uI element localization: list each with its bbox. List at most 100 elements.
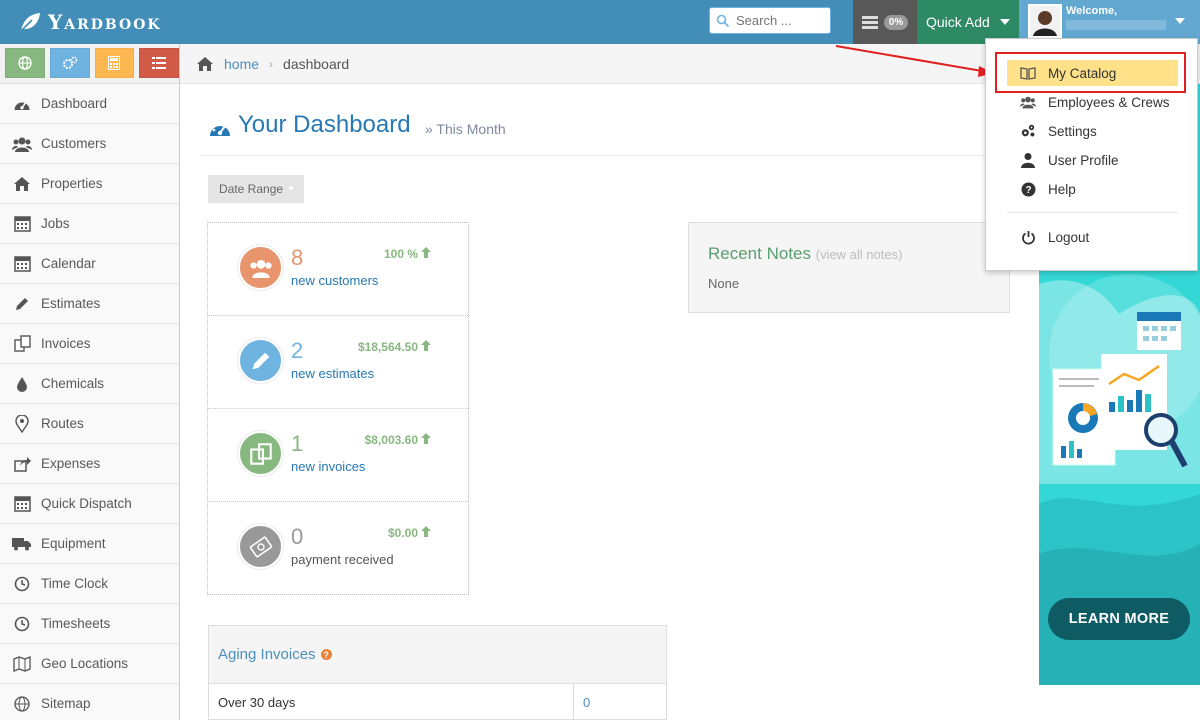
aging-row-label: Over 30 days	[209, 684, 574, 720]
arrow-up-icon	[421, 247, 431, 261]
arrow-up-icon	[421, 340, 431, 354]
menu-item-user-profile[interactable]: User Profile	[1007, 147, 1178, 173]
clock-icon	[12, 574, 32, 594]
sidebar-item-estimates[interactable]: Estimates	[0, 284, 179, 324]
recent-notes-panel: Recent Notes (view all notes) None	[688, 222, 1010, 313]
sidebar-item-label: Chemicals	[41, 376, 105, 391]
aging-invoices-header: Aging Invoices ?	[209, 626, 666, 684]
cogs-icon	[62, 56, 78, 69]
sidebar-item-label: Timesheets	[41, 616, 111, 631]
sidebar-item-properties[interactable]: Properties	[0, 164, 179, 204]
dashboard-icon	[12, 94, 32, 114]
money-icon	[238, 524, 283, 569]
sidebar-item-jobs[interactable]: Jobs	[0, 204, 179, 244]
stat-label[interactable]: new invoices	[291, 459, 365, 474]
leaf-icon	[20, 13, 40, 32]
stat-change: $8,003.60	[365, 433, 431, 447]
menu-item-label: My Catalog	[1048, 65, 1117, 81]
shortcut-calculator-button[interactable]	[94, 48, 135, 78]
calendar-icon	[12, 214, 32, 234]
calendar-icon	[12, 494, 32, 514]
search-box[interactable]	[709, 7, 831, 34]
question-circle-icon: ?	[1020, 181, 1036, 197]
stats-panel: 8 new customers 100 % 2 new estimates $18,564…	[207, 222, 469, 595]
sidebar-item-timesheets[interactable]: Timesheets	[0, 604, 179, 644]
power-icon	[1020, 229, 1036, 245]
cogs-icon	[1020, 123, 1036, 139]
sidebar-item-label: Calendar	[41, 256, 96, 271]
tasks-icon	[861, 16, 878, 29]
menu-item-label: Employees & Crews	[1048, 94, 1170, 110]
sidebar-item-equipment[interactable]: Equipment	[0, 524, 179, 564]
clock-icon	[12, 614, 32, 634]
menu-item-my-catalog[interactable]: My Catalog	[1007, 60, 1178, 86]
page-title: Your Dashboard	[238, 111, 411, 138]
sidebar-item-quick-dispatch[interactable]: Quick Dispatch	[0, 484, 179, 524]
aging-invoices-title[interactable]: Aging Invoices	[218, 646, 316, 663]
dashboard-icon	[210, 121, 230, 136]
user-name-redacted	[1066, 20, 1166, 30]
menu-item-logout[interactable]: Logout	[1007, 224, 1178, 250]
brand-name: Yardbook	[48, 10, 162, 34]
view-all-notes-link[interactable]: (view all notes)	[816, 247, 903, 262]
menu-item-settings[interactable]: Settings	[1007, 118, 1178, 144]
sidebar-item-calendar[interactable]: Calendar	[0, 244, 179, 284]
sidebar-item-label: Quick Dispatch	[41, 496, 132, 511]
stat-label[interactable]: new estimates	[291, 366, 374, 381]
pencil-icon	[238, 338, 283, 383]
menu-item-employees-crews[interactable]: Employees & Crews	[1007, 89, 1178, 115]
sidebar-item-sitemap[interactable]: Sitemap	[0, 684, 179, 720]
globe-icon	[12, 694, 32, 714]
shortcut-globe-button[interactable]	[5, 48, 45, 78]
home-icon	[12, 174, 32, 194]
page-header: Your Dashboard » This Month	[200, 96, 1010, 156]
stat-value: 2	[291, 338, 304, 363]
shortcut-list-button[interactable]	[139, 48, 179, 78]
search-icon	[716, 14, 730, 27]
stat-change: $18,564.50	[358, 340, 431, 354]
sidebar-shortcuts	[0, 44, 179, 84]
stat-change-value: $8,003.60	[364, 433, 418, 447]
pencil-icon	[12, 294, 32, 314]
sidebar-item-label: Dashboard	[41, 96, 108, 111]
menu-item-help[interactable]: ? Help	[1007, 176, 1178, 202]
table-row: Over 30 days 0	[209, 684, 666, 720]
sidebar-item-invoices[interactable]: Invoices	[0, 324, 179, 364]
search-input[interactable]	[736, 13, 826, 28]
welcome-label: Welcome,	[1066, 5, 1118, 17]
stat-label[interactable]: new customers	[291, 273, 378, 288]
date-range-button[interactable]: Date Range	[208, 175, 304, 203]
sidebar-item-label: Expenses	[41, 456, 101, 471]
breadcrumb-home-link[interactable]: home	[224, 56, 259, 72]
users-icon	[238, 245, 283, 290]
truck-icon	[12, 534, 32, 554]
aging-invoices-panel: Aging Invoices ? Over 30 days 0	[208, 625, 667, 720]
user-icon	[1020, 152, 1036, 168]
sidebar-item-label: Invoices	[41, 336, 91, 351]
caret-down-icon	[1175, 18, 1185, 24]
sidebar-item-expenses[interactable]: Expenses	[0, 444, 179, 484]
sidebar-item-chemicals[interactable]: Chemicals	[0, 364, 179, 404]
aging-row-value-link[interactable]: 0	[574, 684, 666, 720]
menu-item-label: Settings	[1048, 123, 1097, 139]
question-circle-icon[interactable]: ?	[320, 649, 332, 660]
svg-text:?: ?	[1025, 185, 1031, 196]
sidebar-item-routes[interactable]: Routes	[0, 404, 179, 444]
calculator-icon	[108, 56, 121, 70]
home-icon	[197, 56, 213, 71]
menu-item-label: Logout	[1048, 229, 1090, 245]
sidebar-item-label: Jobs	[41, 216, 70, 231]
caret-down-icon	[288, 187, 295, 191]
quick-add-label: Quick Add	[926, 14, 990, 30]
sidebar-item-time-clock[interactable]: Time Clock	[0, 564, 179, 604]
learn-more-button[interactable]: LEARN MORE	[1048, 598, 1190, 640]
sidebar-item-dashboard[interactable]: Dashboard	[0, 84, 179, 124]
sidebar-item-customers[interactable]: Customers	[0, 124, 179, 164]
tasks-button[interactable]: 0%	[853, 0, 917, 44]
sidebar-item-geo-locations[interactable]: Geo Locations	[0, 644, 179, 684]
stat-change: 100 %	[384, 247, 431, 261]
arrow-up-icon	[421, 433, 431, 447]
brand-logo[interactable]: Yardbook	[18, 8, 162, 36]
shortcut-settings-button[interactable]	[49, 48, 90, 78]
stat-change-value: 100 %	[383, 247, 418, 261]
